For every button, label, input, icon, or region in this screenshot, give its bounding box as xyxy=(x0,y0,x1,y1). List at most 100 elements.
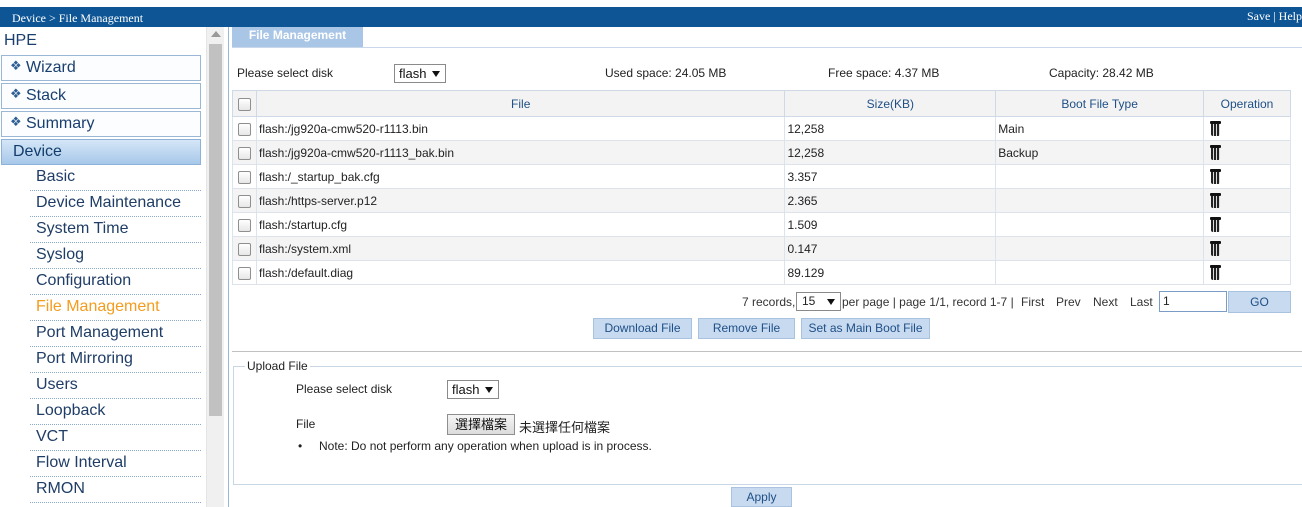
column-header-boot-file-type[interactable]: Boot File Type xyxy=(995,90,1205,117)
row-checkbox[interactable] xyxy=(237,170,251,184)
file-size: 1.509 xyxy=(784,212,997,237)
trash-icon[interactable] xyxy=(1210,241,1222,257)
sidebar-item-stack[interactable]: ❖ Stack xyxy=(1,83,201,109)
trash-icon[interactable] xyxy=(1210,169,1222,185)
row-checkbox[interactable] xyxy=(237,242,251,256)
sidebar-item-syslog[interactable]: Syslog xyxy=(30,243,201,269)
free-space: Free space: 4.37 MB xyxy=(828,66,940,80)
pager-first[interactable]: First xyxy=(1021,295,1044,309)
remove-file-button[interactable]: Remove File xyxy=(698,318,795,339)
file-size: 3.357 xyxy=(784,164,997,189)
sidebar-item-label: Stack xyxy=(26,87,67,104)
boot-file-type xyxy=(995,188,1205,213)
file-name: flash:/default.diag xyxy=(255,260,786,285)
pager-prev[interactable]: Prev xyxy=(1056,295,1081,309)
bullet-icon: ❖ xyxy=(10,86,22,101)
per-page-select[interactable]: 15 xyxy=(796,292,841,311)
operation-cell xyxy=(1203,116,1291,141)
file-size: 89.129 xyxy=(784,260,997,285)
per-page-value: 15 xyxy=(802,294,816,308)
table-row: flash:/startup.cfg 1.509 xyxy=(232,212,1291,237)
upload-disk-label: Please select disk xyxy=(296,382,393,396)
trash-icon[interactable] xyxy=(1210,217,1222,233)
tab-file-management[interactable]: File Management xyxy=(232,27,363,48)
table-row: flash:/https-server.p12 2.365 xyxy=(232,188,1291,213)
sidebar-item-summary[interactable]: ❖ Summary xyxy=(1,111,201,137)
scrollbar-thumb[interactable] xyxy=(209,44,222,416)
sidebar-item-wizard[interactable]: ❖ Wizard xyxy=(1,55,201,81)
download-file-button[interactable]: Download File xyxy=(593,318,692,339)
sidebar-item-device-maintenance[interactable]: Device Maintenance xyxy=(30,191,201,217)
table-header-row: File Size(KB) Boot File Type Operation xyxy=(232,90,1291,117)
table-row: flash:/_startup_bak.cfg 3.357 xyxy=(232,164,1291,189)
trash-icon[interactable] xyxy=(1210,121,1222,137)
save-link[interactable]: Save xyxy=(1247,9,1270,23)
sidebar-section-device[interactable]: Device xyxy=(1,139,201,165)
tab-underline xyxy=(232,47,1302,48)
sidebar-scrollbar[interactable] xyxy=(206,27,224,507)
file-name: flash:/startup.cfg xyxy=(255,212,786,237)
file-size: 2.365 xyxy=(784,188,997,213)
column-header-operation: Operation xyxy=(1203,90,1291,117)
disk-select[interactable]: flash xyxy=(394,64,446,83)
trash-icon[interactable] xyxy=(1210,265,1222,281)
column-header-file[interactable]: File xyxy=(255,90,786,117)
sidebar-item-rmon[interactable]: RMON xyxy=(30,477,201,503)
row-checkbox[interactable] xyxy=(237,218,251,232)
file-size: 12,258 xyxy=(784,116,997,141)
apply-button[interactable]: Apply xyxy=(731,487,792,507)
upload-disk-value: flash xyxy=(452,382,480,397)
note-bullet: • xyxy=(298,439,303,453)
upload-disk-select[interactable]: flash xyxy=(447,380,499,399)
row-checkbox[interactable] xyxy=(237,146,251,160)
sidebar-item-basic[interactable]: Basic xyxy=(30,165,201,191)
go-button[interactable]: GO xyxy=(1228,291,1291,313)
select-all-checkbox[interactable] xyxy=(237,97,251,111)
sidebar-item-users[interactable]: Users xyxy=(30,373,201,399)
upload-file-legend: Upload File xyxy=(245,359,310,373)
row-select-cell xyxy=(232,260,257,285)
column-header-size[interactable]: Size(KB) xyxy=(784,90,997,117)
sidebar-item-file-management[interactable]: File Management xyxy=(30,295,201,321)
header-link-separator: | xyxy=(1270,9,1279,23)
bullet-icon: ❖ xyxy=(10,58,22,73)
page-number-input[interactable]: 1 xyxy=(1159,291,1227,312)
row-select-cell xyxy=(232,212,257,237)
choose-file-button[interactable]: 選擇檔案 xyxy=(447,414,515,435)
scroll-up-icon[interactable] xyxy=(211,31,221,37)
help-link[interactable]: Help xyxy=(1279,9,1302,23)
disk-select-label: Please select disk xyxy=(237,66,334,80)
sidebar-item-loopback[interactable]: Loopback xyxy=(30,399,201,425)
pager-last[interactable]: Last xyxy=(1130,295,1153,309)
sidebar-item-configuration[interactable]: Configuration xyxy=(30,269,201,295)
row-checkbox[interactable] xyxy=(237,122,251,136)
file-size: 12,258 xyxy=(784,140,997,165)
sidebar-item-label: Summary xyxy=(26,115,95,132)
sidebar-item-port-mirroring[interactable]: Port Mirroring xyxy=(30,347,201,373)
row-select-cell xyxy=(232,236,257,261)
table-row: flash:/jg920a-cmw520-r1113_bak.bin 12,25… xyxy=(232,140,1291,165)
trash-icon[interactable] xyxy=(1210,145,1222,161)
set-main-boot-file-button[interactable]: Set as Main Boot File xyxy=(801,318,930,339)
file-name: flash:/https-server.p12 xyxy=(255,188,786,213)
boot-file-type xyxy=(995,212,1205,237)
header-links: Save | Help xyxy=(1247,9,1302,24)
trash-icon[interactable] xyxy=(1210,193,1222,209)
bullet-icon: ❖ xyxy=(10,114,22,129)
file-name: flash:/_startup_bak.cfg xyxy=(255,164,786,189)
pager-next[interactable]: Next xyxy=(1093,295,1118,309)
upload-file-fieldset xyxy=(233,366,1302,485)
operation-cell xyxy=(1203,188,1291,213)
row-checkbox[interactable] xyxy=(237,194,251,208)
sidebar-item-flow-interval[interactable]: Flow Interval xyxy=(30,451,201,477)
sidebar-item-port-management[interactable]: Port Management xyxy=(30,321,201,347)
select-all-cell xyxy=(232,90,257,117)
table-row: flash:/default.diag 89.129 xyxy=(232,260,1291,285)
file-name: flash:/jg920a-cmw520-r1113_bak.bin xyxy=(255,140,786,165)
sidebar-item-vct[interactable]: VCT xyxy=(30,425,201,451)
sidebar-item-system-time[interactable]: System Time xyxy=(30,217,201,243)
boot-file-type: Backup xyxy=(995,140,1205,165)
disk-select-value: flash xyxy=(399,66,427,81)
row-checkbox[interactable] xyxy=(237,266,251,280)
no-file-chosen-text: 未選擇任何檔案 xyxy=(519,420,611,435)
